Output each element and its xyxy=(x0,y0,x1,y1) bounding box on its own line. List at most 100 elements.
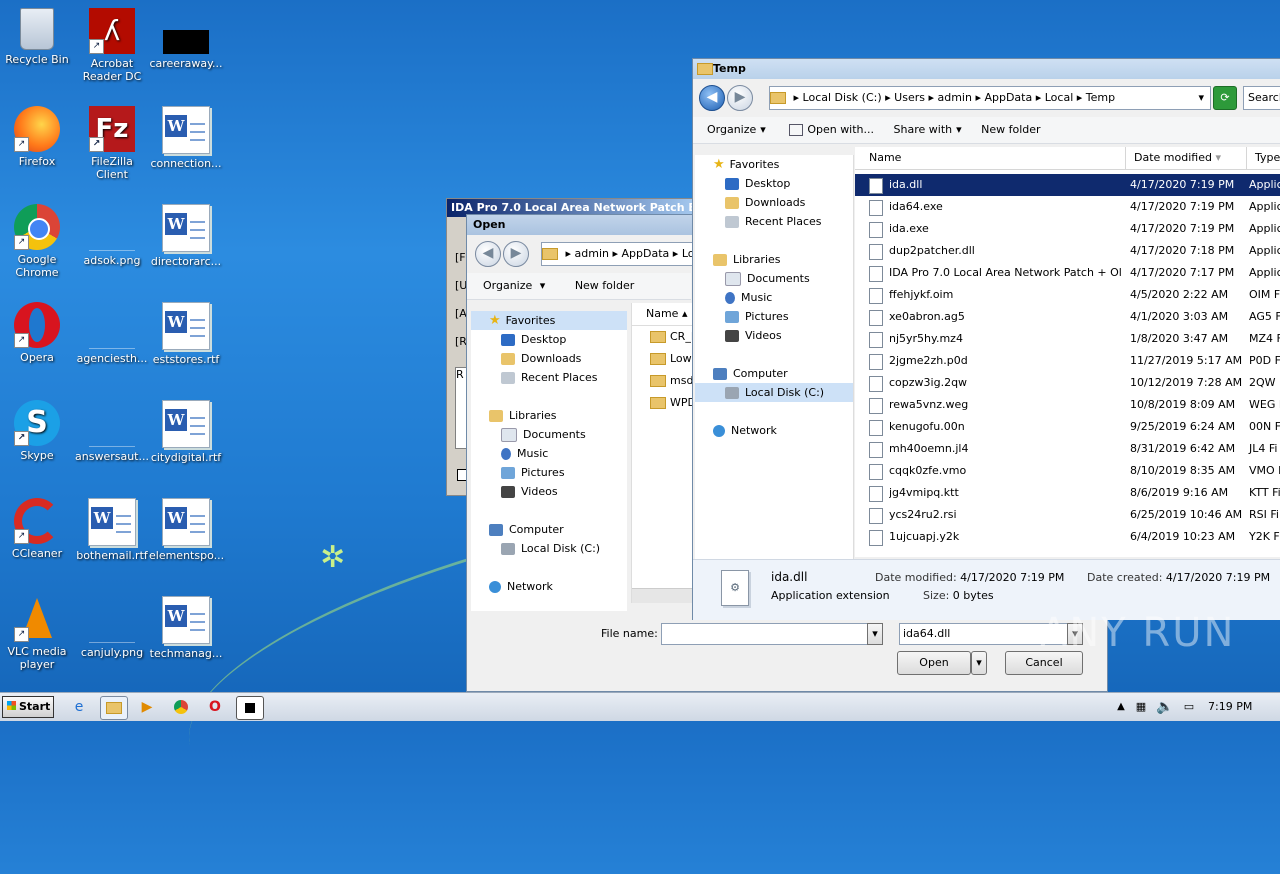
folder-row[interactable]: WPDI xyxy=(632,392,698,414)
desktop-icon-careeraway[interactable]: careeraway... xyxy=(149,8,223,70)
open-with-button[interactable]: Open with... xyxy=(807,123,874,136)
desktop-icon-acrobat[interactable]: ʎ ↗ Acrobat Reader DC xyxy=(75,8,149,83)
open-dialog-address-bar[interactable]: ▸ admin ▸ AppData ▸ Lo xyxy=(541,242,703,266)
organize-button[interactable]: Organize xyxy=(707,123,756,136)
file-row[interactable]: ycs24ru2.rsi 6/25/2019 10:46 AM RSI Fi xyxy=(855,504,1280,526)
new-folder-button[interactable]: New folder xyxy=(575,279,634,292)
desktop-icon-canjuly[interactable]: canjuly.png xyxy=(75,596,149,659)
organize-button[interactable]: Organize xyxy=(483,279,532,292)
file-row[interactable]: rewa5vnz.weg 10/8/2019 8:09 AM WEG F xyxy=(855,394,1280,416)
desktop-icon-citydigital[interactable]: W citydigital.rtf xyxy=(149,400,223,464)
desktop-icon-recycle-bin[interactable]: Recycle Bin xyxy=(0,8,74,66)
desktop-icon-directorarc[interactable]: W directorarc... xyxy=(149,204,223,268)
column-header-date[interactable]: Date modified ▾ xyxy=(1126,147,1247,169)
desktop-icon-adsok[interactable]: adsok.png xyxy=(75,204,149,267)
file-row[interactable]: copzw3ig.2qw 10/12/2019 7:28 AM 2QW I xyxy=(855,372,1280,394)
ie-taskbar-icon[interactable]: e xyxy=(66,696,92,718)
tree-favorites[interactable]: ★ Favorites xyxy=(471,311,627,330)
file-row[interactable]: ida.dll 4/17/2020 7:19 PM Applic xyxy=(855,174,1280,196)
desktop-icon-agenciesth[interactable]: agenciesth... xyxy=(75,302,149,365)
share-with-button[interactable]: Share with xyxy=(894,123,953,136)
desktop-icon-chrome[interactable]: ↗ Google Chrome xyxy=(0,204,74,279)
temp-address-bar[interactable]: ▸ Local Disk (C:) ▸ Users ▸ admin ▸ AppD… xyxy=(769,86,1211,110)
file-row[interactable]: kenugofu.00n 9/25/2019 6:24 AM 00N F xyxy=(855,416,1280,438)
open-split-arrow[interactable]: ▾ xyxy=(971,651,987,675)
file-row[interactable]: ida64.exe 4/17/2020 7:19 PM Applic xyxy=(855,196,1280,218)
forward-button[interactable]: ▶ xyxy=(503,241,529,267)
tree-libraries[interactable]: Libraries xyxy=(471,406,627,425)
ida-taskbar-icon[interactable] xyxy=(236,696,264,720)
desktop-icon-eststores[interactable]: W eststores.rtf xyxy=(149,302,223,366)
desktop-icon-skype[interactable]: S ↗ Skype xyxy=(0,400,74,462)
tree-music[interactable]: Music xyxy=(471,444,627,463)
back-button[interactable]: ◀ xyxy=(475,241,501,267)
back-button[interactable]: ◀ xyxy=(699,85,725,111)
breadcrumb-item[interactable]: Users xyxy=(894,91,925,104)
tree-desktop[interactable]: Desktop xyxy=(695,174,853,193)
tree-pictures[interactable]: Pictures xyxy=(471,463,627,482)
file-row[interactable]: IDA Pro 7.0 Local Area Network Patch + O… xyxy=(855,262,1280,284)
breadcrumb-item[interactable]: Local Disk (C:) xyxy=(803,91,882,104)
file-row[interactable]: mh40oemn.jl4 8/31/2019 6:42 AM JL4 Fi xyxy=(855,438,1280,460)
breadcrumb-item[interactable]: admin xyxy=(937,91,971,104)
tree-local-disk[interactable]: Local Disk (C:) xyxy=(471,539,627,558)
file-row[interactable]: cqqk0zfe.vmo 8/10/2019 8:35 AM VMO F xyxy=(855,460,1280,482)
temp-explorer-window[interactable]: Temp ◀ ▶ ▸ Local Disk (C:) ▸ Users ▸ adm… xyxy=(692,58,1280,620)
file-row[interactable]: 1ujcuapj.y2k 6/4/2019 10:23 AM Y2K Fi xyxy=(855,526,1280,548)
refresh-button[interactable]: ⟳ xyxy=(1213,86,1237,110)
tree-local-disk[interactable]: Local Disk (C:) xyxy=(695,383,853,402)
tree-network[interactable]: Network xyxy=(471,577,627,596)
desktop-icon-vlc[interactable]: ↗ VLC media player xyxy=(0,596,74,671)
opera-taskbar-icon[interactable]: O xyxy=(202,696,228,718)
desktop-icon-opera[interactable]: ↗ Opera xyxy=(0,302,74,364)
tree-videos[interactable]: Videos xyxy=(471,482,627,501)
volume-tray-icon[interactable]: 🔈 xyxy=(1152,696,1178,718)
taskbar-clock[interactable]: 7:19 PM xyxy=(1208,700,1252,713)
tree-libraries[interactable]: Libraries xyxy=(695,250,853,269)
tree-favorites[interactable]: ★ Favorites xyxy=(695,155,853,174)
tree-network[interactable]: Network xyxy=(695,421,853,440)
search-input[interactable]: Search xyxy=(1243,86,1280,110)
tree-recent-places[interactable]: Recent Places xyxy=(695,212,853,231)
desktop-icon-ccleaner[interactable]: ↗ CCleaner xyxy=(0,498,74,560)
tree-downloads[interactable]: Downloads xyxy=(695,193,853,212)
horizontal-scrollbar[interactable] xyxy=(632,588,698,603)
file-row[interactable]: dup2patcher.dll 4/17/2020 7:18 PM Applic xyxy=(855,240,1280,262)
desktop-icon-filezilla[interactable]: Fz ↗ FileZilla Client xyxy=(75,106,149,181)
breadcrumb-appdata[interactable]: AppData xyxy=(622,247,670,260)
folder-row[interactable]: CR_E xyxy=(632,326,698,348)
address-dropdown-arrow[interactable]: ▾ xyxy=(1198,87,1204,109)
file-row[interactable]: jg4vmipq.ktt 8/6/2019 9:16 AM KTT Fi xyxy=(855,482,1280,504)
tree-recent-places[interactable]: Recent Places xyxy=(471,368,627,387)
file-row[interactable]: ffehjykf.oim 4/5/2020 2:22 AM OIM F xyxy=(855,284,1280,306)
explorer-taskbar-icon[interactable] xyxy=(100,696,128,720)
desktop-icon-bothemail[interactable]: W bothemail.rtf xyxy=(75,498,149,562)
column-header-name[interactable]: Name xyxy=(855,147,1126,169)
forward-button[interactable]: ▶ xyxy=(727,85,753,111)
file-row[interactable]: xe0abron.ag5 4/1/2020 3:03 AM AG5 F xyxy=(855,306,1280,328)
tree-desktop[interactable]: Desktop xyxy=(471,330,627,349)
tree-documents[interactable]: Documents xyxy=(471,425,627,444)
breadcrumb-admin[interactable]: admin xyxy=(575,247,609,260)
desktop-icon-firefox[interactable]: ↗ Firefox xyxy=(0,106,74,168)
new-folder-button[interactable]: New folder xyxy=(981,123,1040,136)
tree-documents[interactable]: Documents xyxy=(695,269,853,288)
desktop-icon-techmanag[interactable]: W techmanag... xyxy=(149,596,223,660)
media-player-taskbar-icon[interactable]: ▶ xyxy=(134,696,160,718)
action-center-tray-icon[interactable]: ▭ xyxy=(1176,696,1202,718)
tree-pictures[interactable]: Pictures xyxy=(695,307,853,326)
network-tray-icon[interactable]: ▦ xyxy=(1128,696,1154,718)
breadcrumb-item[interactable]: Local xyxy=(1045,91,1074,104)
breadcrumb-item[interactable]: Temp xyxy=(1086,91,1115,104)
folder-row[interactable]: msdt xyxy=(632,370,698,392)
desktop-icon-connection[interactable]: W connection... xyxy=(149,106,223,170)
desktop-icon-elementspo[interactable]: W elementspo... xyxy=(149,498,224,562)
file-row[interactable]: ida.exe 4/17/2020 7:19 PM Applic xyxy=(855,218,1280,240)
column-header-name[interactable]: Name ▴ xyxy=(632,303,698,326)
column-header-type[interactable]: Type xyxy=(1247,147,1280,169)
tree-music[interactable]: Music xyxy=(695,288,853,307)
file-name-dropdown[interactable]: ▾ xyxy=(867,623,883,645)
desktop-icon-answersaut[interactable]: answersaut... xyxy=(75,400,149,463)
file-row[interactable]: nj5yr5hy.mz4 1/8/2020 3:47 AM MZ4 F xyxy=(855,328,1280,350)
file-row[interactable]: 2jgme2zh.p0d 11/27/2019 5:17 AM P0D F xyxy=(855,350,1280,372)
